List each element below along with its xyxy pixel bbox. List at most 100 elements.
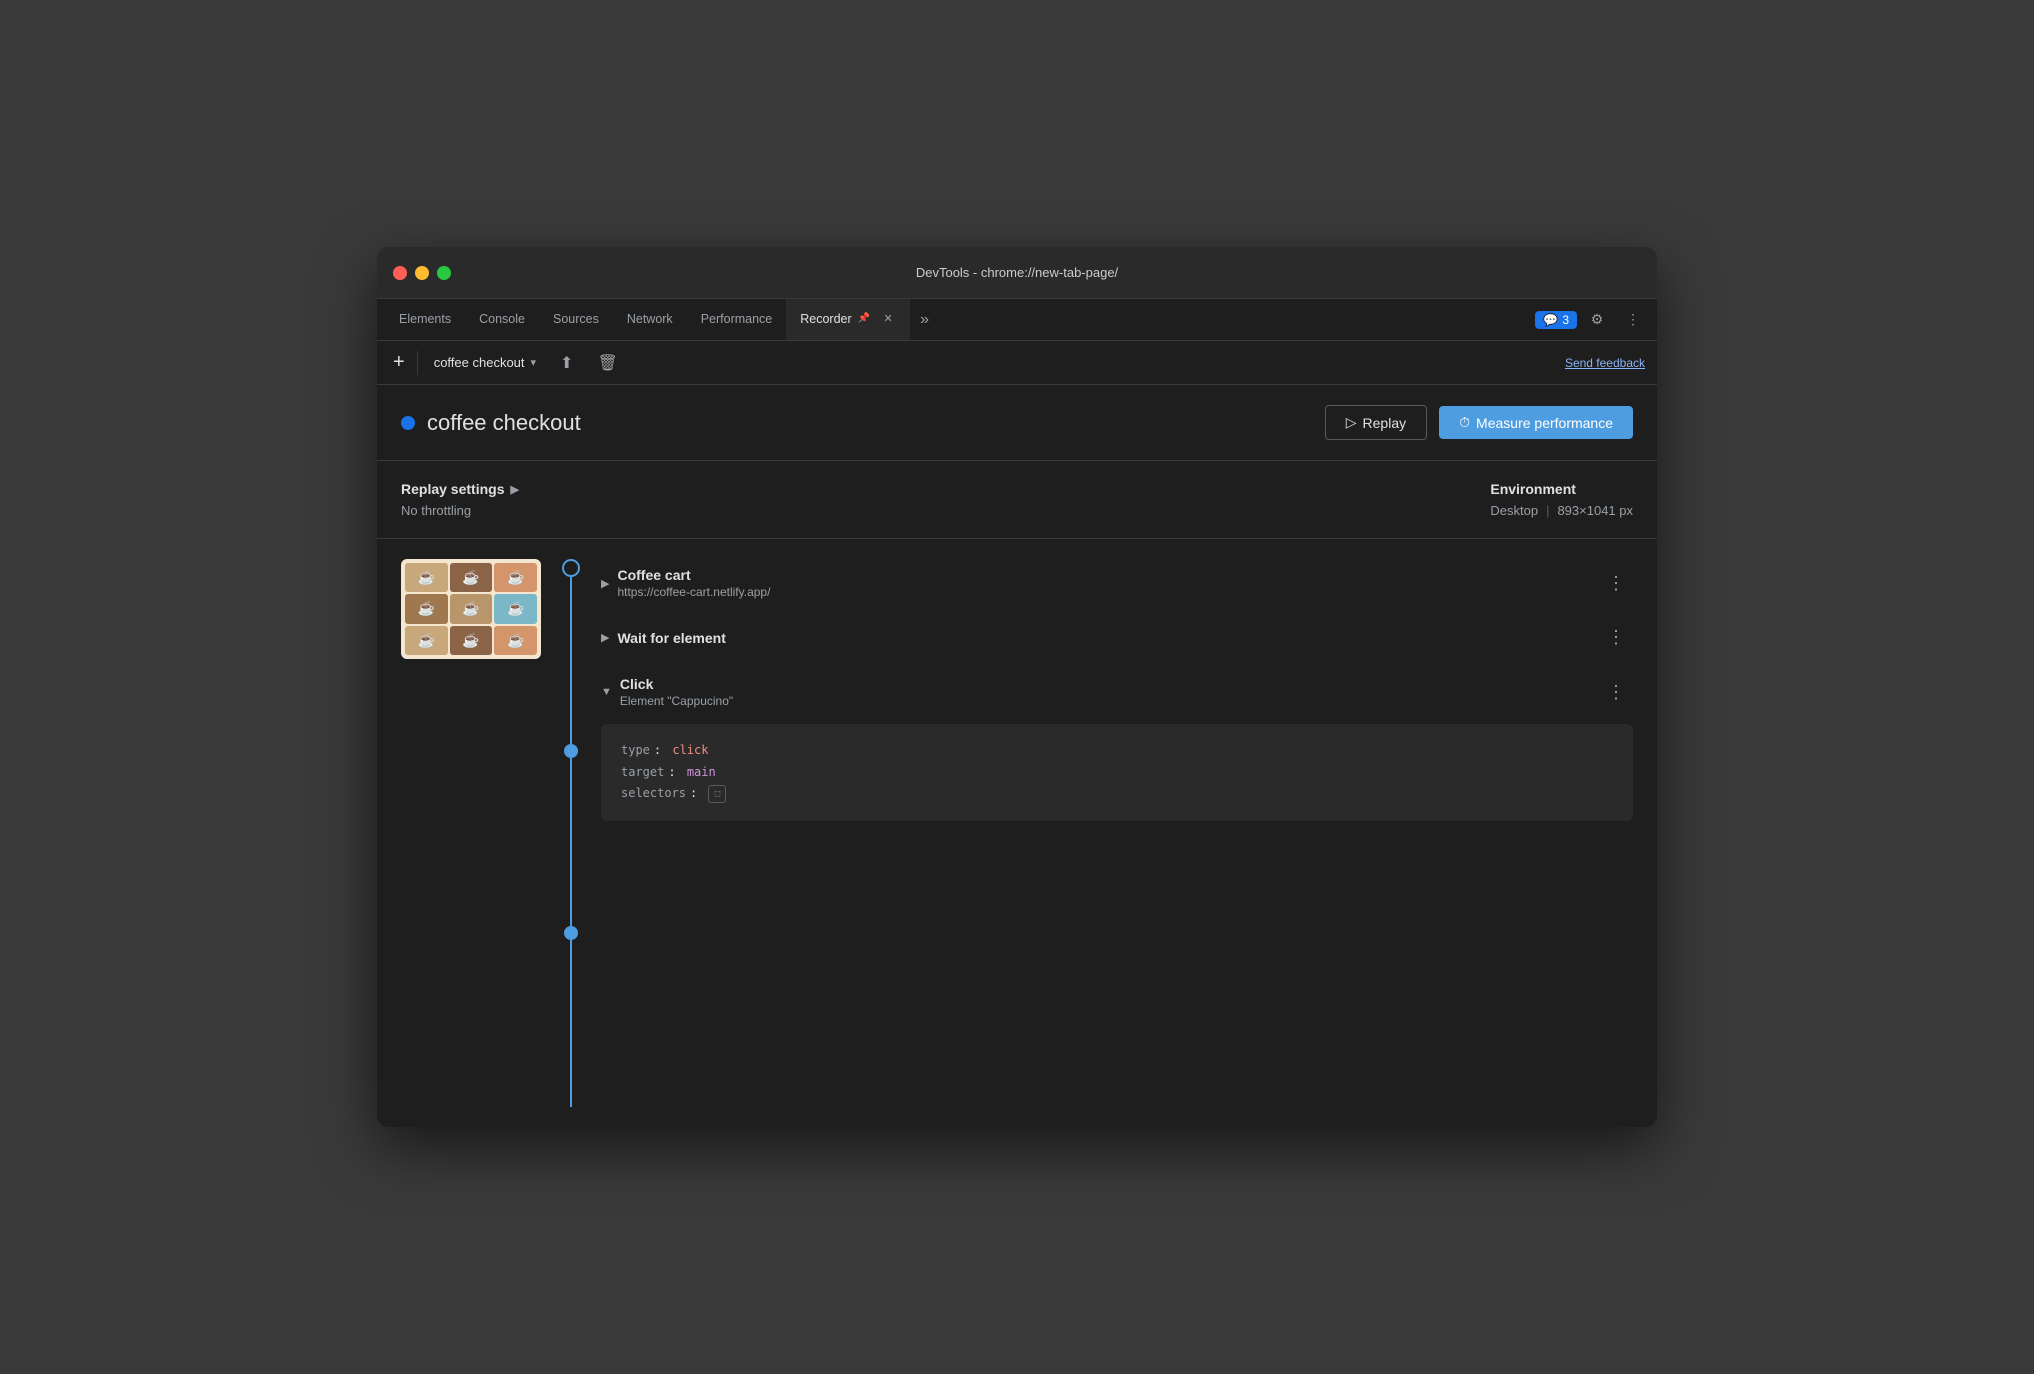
vertical-timeline <box>561 559 581 1107</box>
more-tabs-button[interactable]: » <box>910 299 939 340</box>
tab-performance[interactable]: Performance <box>687 299 787 340</box>
timeline-dot-2 <box>564 744 578 758</box>
coffee-item-1: ☕ <box>405 563 448 592</box>
trash-icon: 🗑 <box>597 355 617 372</box>
step-click: ▼ Click Element "Cappucino" ⋮ <box>601 668 1633 829</box>
replay-label: Replay <box>1363 415 1407 431</box>
replay-settings-label: Replay settings <box>401 481 504 497</box>
more-options-button[interactable]: ⋮ <box>1617 304 1649 336</box>
tab-elements[interactable]: Elements <box>385 299 465 340</box>
device-type: Desktop <box>1490 503 1538 518</box>
step-coffee-cart-left: ▶ Coffee cart https://coffee-cart.netlif… <box>601 567 1599 599</box>
step-wait-element: ▶ Wait for element ⋮ <box>601 615 1633 668</box>
send-feedback-link[interactable]: Send feedback <box>1565 356 1645 370</box>
environment-settings-right: Environment Desktop | 893×1041 px <box>1490 481 1633 518</box>
step-click-code-block: type : click target : main selectors <box>601 724 1633 821</box>
step-more-button-1[interactable]: ⋮ <box>1599 569 1633 598</box>
code-target-key: target <box>621 762 664 784</box>
step-click-left: ▼ Click Element "Cappucino" <box>601 676 1599 708</box>
coffee-item-9: ☕ <box>494 626 537 655</box>
tab-network[interactable]: Network <box>613 299 687 340</box>
step-expand-arrow-2[interactable]: ▶ <box>601 631 609 644</box>
steps-with-timeline: ▶ Coffee cart https://coffee-cart.netlif… <box>561 559 1633 1107</box>
step-click-header: ▼ Click Element "Cappucino" ⋮ <box>601 668 1633 716</box>
timeline-line-3 <box>570 940 572 1107</box>
steps-area: ☕ ☕ ☕ ☕ ☕ ☕ ☕ ☕ ☕ <box>377 539 1657 1127</box>
throttle-value: No throttling <box>401 503 519 518</box>
dropdown-arrow-icon: ▾ <box>531 356 537 369</box>
environment-label: Environment <box>1490 481 1633 497</box>
coffee-item-2: ☕ <box>450 563 493 592</box>
step-more-button-2[interactable]: ⋮ <box>1599 623 1633 652</box>
coffee-item-6: ☕ <box>494 594 537 623</box>
recording-title: coffee checkout <box>427 410 581 436</box>
timeline-dot-3 <box>564 926 578 940</box>
recording-name-label: coffee checkout <box>434 355 525 370</box>
timeline-dot-1 <box>562 559 580 577</box>
coffee-item-4: ☕ <box>405 594 448 623</box>
measure-icon: ⏱ <box>1459 414 1470 431</box>
traffic-lights <box>393 266 451 280</box>
code-type-key: type <box>621 740 650 762</box>
settings-arrow-icon: ▶ <box>510 483 518 496</box>
step-expand-arrow-3[interactable]: ▼ <box>601 686 612 698</box>
step-coffee-cart-header: ▶ Coffee cart https://coffee-cart.netlif… <box>601 559 1633 607</box>
step-click-sub: Element "Cappucino" <box>620 694 733 708</box>
tab-sources[interactable]: Sources <box>539 299 613 340</box>
tab-close-button[interactable]: ✕ <box>880 311 896 327</box>
selectors-icon-button[interactable]: ⬚ <box>708 785 726 803</box>
code-selectors-key: selectors <box>621 783 686 805</box>
settings-section: Replay settings ▶ No throttling Environm… <box>377 461 1657 539</box>
close-button[interactable] <box>393 266 407 280</box>
recording-selector-dropdown[interactable]: coffee checkout ▾ <box>426 351 544 374</box>
step-click-info: Click Element "Cappucino" <box>620 676 733 708</box>
step-coffee-cart: ▶ Coffee cart https://coffee-cart.netlif… <box>601 559 1633 615</box>
recording-status-dot <box>401 416 415 430</box>
minimize-button[interactable] <box>415 266 429 280</box>
chat-icon: 💬 <box>1543 313 1558 327</box>
title-bar: DevTools - chrome://new-tab-page/ <box>377 247 1657 299</box>
step-click-name: Click <box>620 676 653 692</box>
step-wait-left: ▶ Wait for element <box>601 630 1599 646</box>
gear-icon: ⚙ <box>1591 311 1604 328</box>
recording-title-area: coffee checkout <box>401 410 581 436</box>
code-type-value: click <box>672 740 708 762</box>
coffee-item-7: ☕ <box>405 626 448 655</box>
code-line-type: type : click <box>621 740 1613 762</box>
thumbnail-column: ☕ ☕ ☕ ☕ ☕ ☕ ☕ ☕ ☕ <box>401 559 541 1107</box>
header-actions: ▷ Replay ⏱ Measure performance <box>1325 405 1633 440</box>
step-expand-arrow-1[interactable]: ▶ <box>601 577 609 590</box>
chat-count: 3 <box>1562 313 1569 327</box>
resolution-value: 893×1041 px <box>1557 503 1633 518</box>
tab-console[interactable]: Console <box>465 299 539 340</box>
tabs-right-actions: 💬 3 ⚙ ⋮ <box>1535 299 1657 340</box>
replay-arrow-icon: ▷ <box>1346 414 1357 431</box>
code-line-target: target : main <box>621 762 1613 784</box>
coffee-item-8: ☕ <box>450 626 493 655</box>
delete-button[interactable]: 🗑 <box>589 349 625 377</box>
tab-recorder[interactable]: Recorder 📌 ✕ <box>786 299 910 340</box>
steps-list: ▶ Coffee cart https://coffee-cart.netlif… <box>601 559 1633 1107</box>
replay-settings-toggle[interactable]: Replay settings ▶ <box>401 481 519 497</box>
main-content: coffee checkout ▷ Replay ⏱ Measure perfo… <box>377 385 1657 1127</box>
step-coffee-cart-info: Coffee cart https://coffee-cart.netlify.… <box>617 567 770 599</box>
add-recording-button[interactable]: + <box>389 347 409 378</box>
step-coffee-cart-url: https://coffee-cart.netlify.app/ <box>617 585 770 599</box>
pin-icon: 📌 <box>858 313 870 324</box>
code-target-value: main <box>687 762 716 784</box>
replay-settings-left: Replay settings ▶ No throttling <box>401 481 519 518</box>
env-divider: | <box>1546 503 1549 518</box>
replay-button[interactable]: ▷ Replay <box>1325 405 1427 440</box>
step-wait-name: Wait for element <box>617 630 725 646</box>
export-icon: ⬆ <box>560 355 573 372</box>
export-button[interactable]: ⬆ <box>552 349 581 377</box>
toolbar-divider <box>417 351 418 375</box>
tabs-bar: Elements Console Sources Network Perform… <box>377 299 1657 341</box>
maximize-button[interactable] <box>437 266 451 280</box>
chat-badge-button[interactable]: 💬 3 <box>1535 311 1577 329</box>
environment-value: Desktop | 893×1041 px <box>1490 503 1633 518</box>
measure-performance-button[interactable]: ⏱ Measure performance <box>1439 406 1633 439</box>
settings-button[interactable]: ⚙ <box>1581 304 1613 336</box>
step-more-button-3[interactable]: ⋮ <box>1599 678 1633 707</box>
coffee-item-3: ☕ <box>494 563 537 592</box>
